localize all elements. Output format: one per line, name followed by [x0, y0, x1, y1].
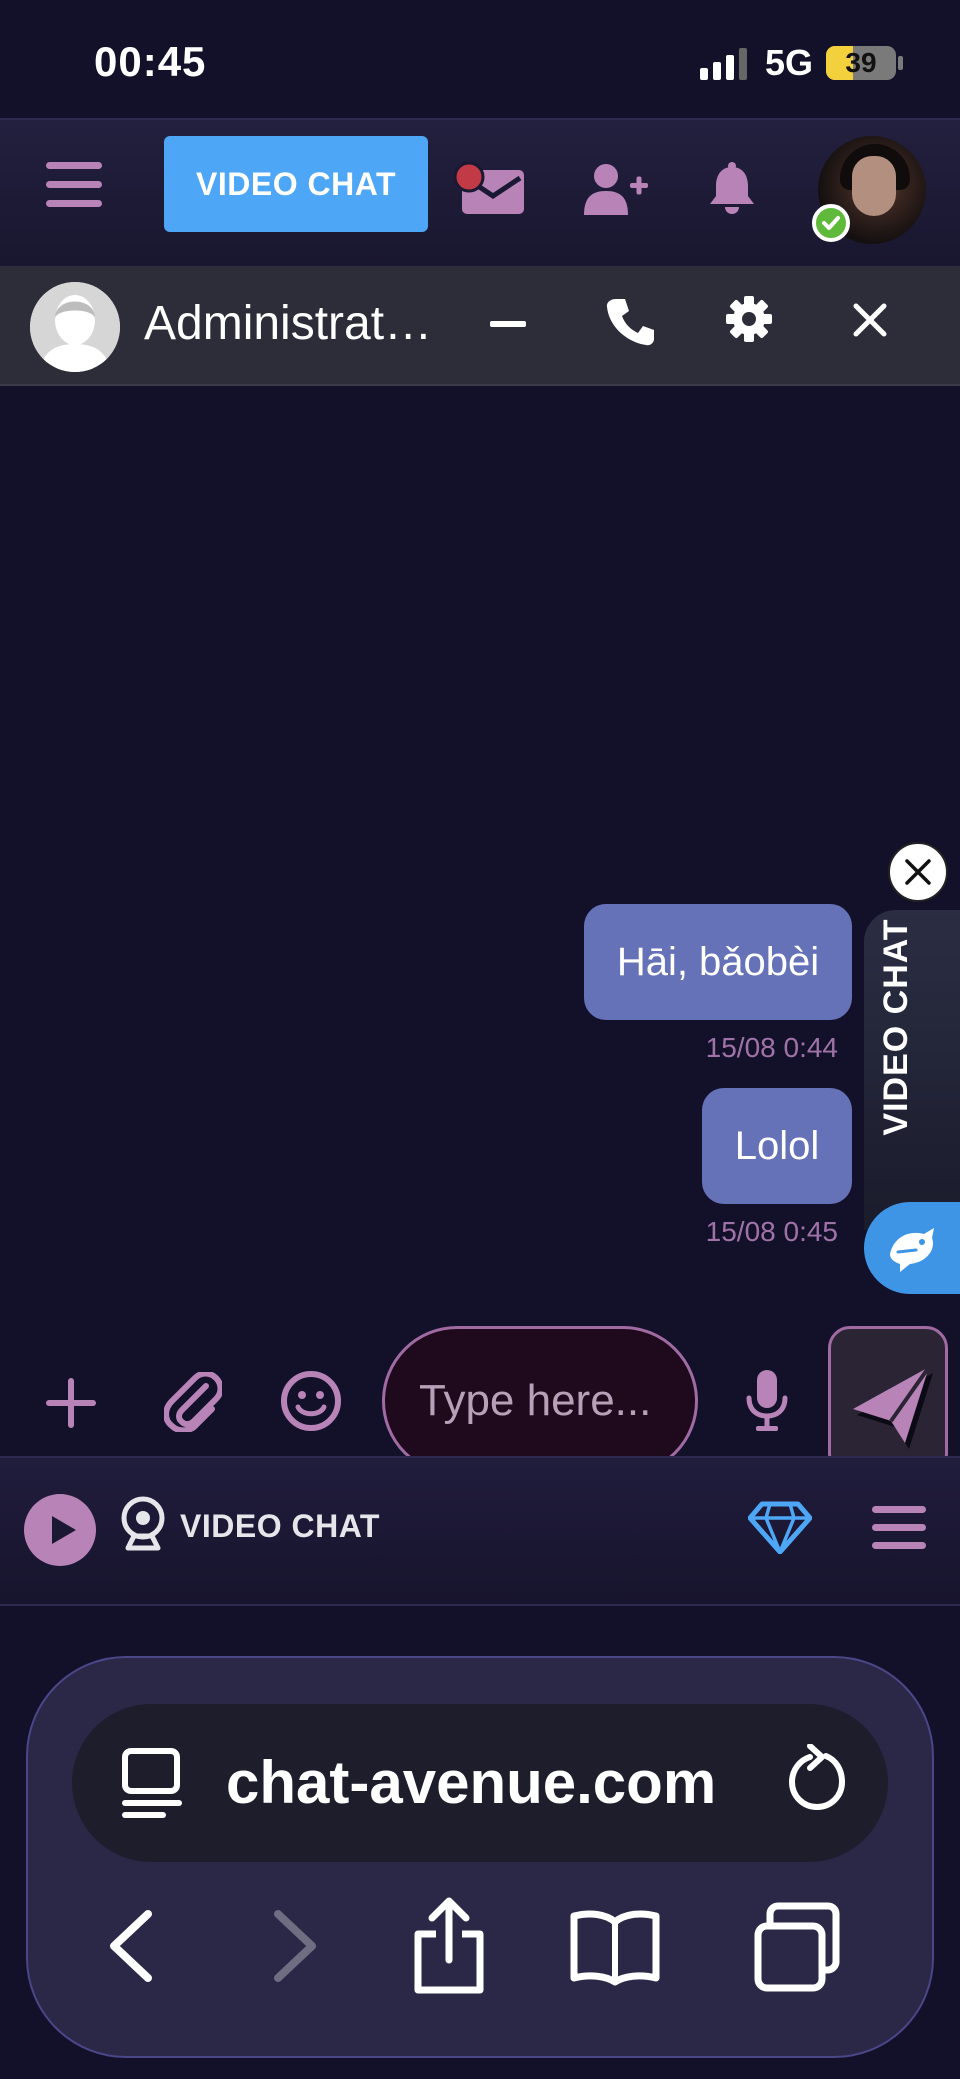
battery-icon: 39: [826, 46, 896, 80]
plus-icon[interactable]: [46, 1378, 96, 1428]
message-input[interactable]: [382, 1326, 698, 1476]
site-logo-text: VIDEO CHAT: [180, 1508, 380, 1544]
webcam-icon: [118, 1496, 168, 1554]
minimize-icon[interactable]: [488, 294, 528, 354]
url-text[interactable]: chat-avenue.com: [226, 1744, 716, 1822]
send-icon: [853, 1365, 933, 1449]
message-timestamp: 15/08 0:45: [705, 1216, 838, 1247]
paperclip-icon[interactable]: [164, 1372, 222, 1432]
close-icon[interactable]: [848, 298, 892, 342]
message-bubble[interactable]: Hāi, bǎobèi: [584, 904, 852, 1020]
send-button[interactable]: [828, 1326, 948, 1476]
reader-icon[interactable]: [122, 1748, 184, 1818]
tabs-icon[interactable]: [752, 1902, 844, 1992]
bell-icon[interactable]: [708, 162, 756, 216]
status-time: 00:45: [94, 38, 207, 85]
online-check-icon: [812, 204, 850, 242]
video-chat-button[interactable]: VIDEO CHAT: [164, 136, 428, 232]
menu-icon[interactable]: [872, 1504, 926, 1552]
battery-level: 39: [845, 47, 877, 78]
phone-icon[interactable]: [606, 296, 654, 346]
avatar-face: [852, 156, 896, 216]
gear-icon[interactable]: [726, 296, 772, 342]
bird-icon[interactable]: [864, 1202, 960, 1294]
network-type: 5G: [765, 42, 814, 83]
share-icon[interactable]: [410, 1896, 488, 1996]
message-timestamp: 15/08 0:44: [705, 1032, 838, 1063]
signal-icon: [700, 48, 752, 80]
bookmarks-icon[interactable]: [568, 1906, 662, 1986]
reload-icon[interactable]: [786, 1744, 848, 1812]
chat-contact-name: Administrat…: [144, 297, 433, 350]
add-friend-icon[interactable]: [584, 163, 648, 215]
mic-icon[interactable]: [744, 1370, 790, 1432]
close-icon[interactable]: [888, 842, 948, 902]
mail-icon[interactable]: [452, 162, 526, 216]
battery-nub: [898, 56, 903, 70]
video-chat-side-label: VIDEO CHAT: [877, 918, 915, 1136]
diamond-icon[interactable]: [748, 1500, 812, 1554]
chat-avatar[interactable]: [30, 282, 120, 372]
forward-icon[interactable]: [268, 1908, 322, 1984]
emoji-icon[interactable]: [280, 1370, 342, 1432]
message-bubble[interactable]: Lolol: [702, 1088, 852, 1204]
menu-icon[interactable]: [46, 160, 102, 210]
back-icon[interactable]: [104, 1908, 158, 1984]
play-icon[interactable]: [24, 1494, 96, 1566]
